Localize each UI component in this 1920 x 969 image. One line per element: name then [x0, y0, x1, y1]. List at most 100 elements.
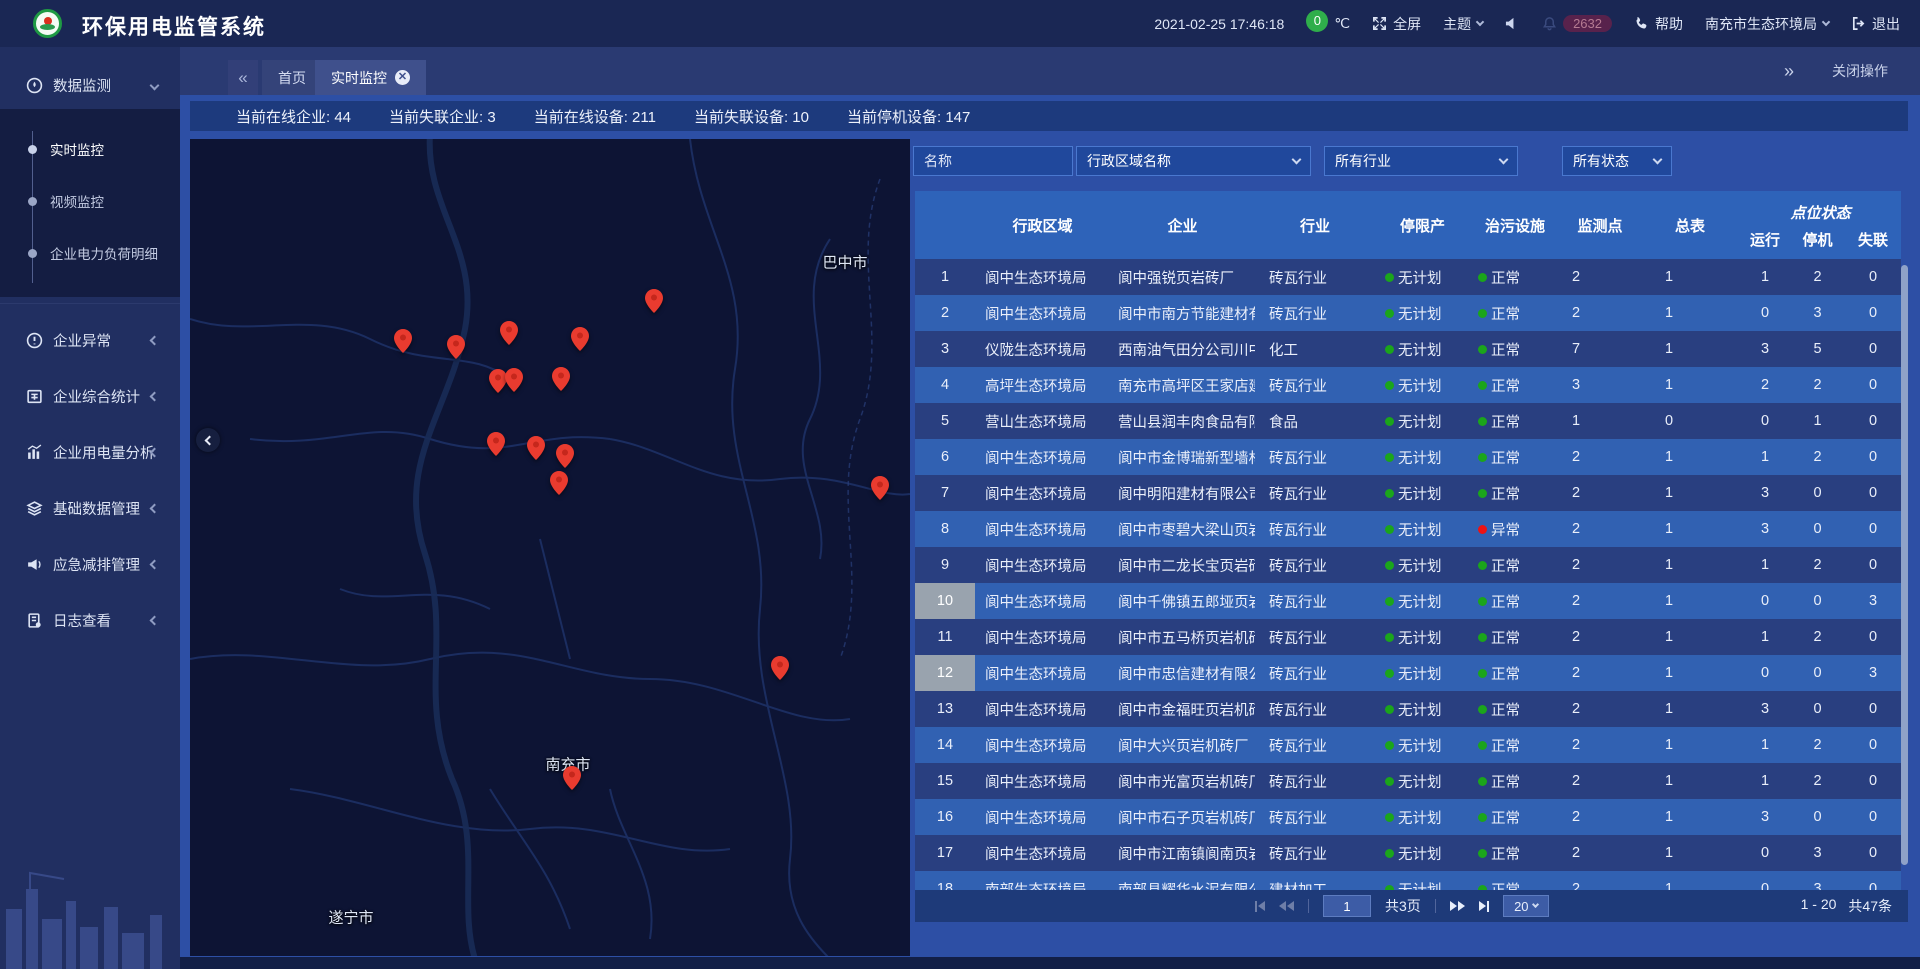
map-pin[interactable] [871, 476, 889, 500]
chevron-left-icon [205, 435, 215, 445]
sidebar-subitem-企业电力负荷明细[interactable]: 企业电力负荷明细 [0, 227, 180, 279]
last-page-button[interactable] [1479, 901, 1489, 912]
name-search-input[interactable] [913, 146, 1073, 176]
sidebar-item-企业综合统计[interactable]: 企业综合统计 [0, 368, 180, 424]
sidebar-item-企业用电量分析[interactable]: 企业用电量分析 [0, 424, 180, 480]
panel-collapse-button[interactable] [196, 428, 220, 452]
row-total-meter: 1 [1640, 583, 1740, 619]
table-row[interactable]: 6阆中生态环境局阆中市金博瑞新型墙材砖瓦行业无计划正常21120 [915, 439, 1901, 475]
row-treatment-label: 正常 [1491, 699, 1520, 720]
col-monitor-points: 监测点 [1560, 191, 1640, 259]
prev-page-button[interactable] [1279, 901, 1294, 911]
name-search-field[interactable] [924, 153, 1062, 169]
announcement-button[interactable] [1505, 16, 1520, 31]
sidebar-item-日志查看[interactable]: 日志查看 [0, 592, 180, 648]
table-row[interactable]: 13阆中生态环境局阆中市金福旺页岩机砖砖瓦行业无计划正常21300 [915, 691, 1901, 727]
row-running: 0 [1740, 583, 1790, 619]
map-pin[interactable] [447, 335, 465, 359]
tab-首页[interactable]: 首页 [262, 60, 322, 95]
page-number-input[interactable]: 1 [1323, 895, 1371, 917]
row-company: 阆中强锐页岩砖厂 [1110, 259, 1255, 295]
table-row[interactable]: 7阆中生态环境局阆中明阳建材有限公司砖瓦行业无计划正常21300 [915, 475, 1901, 511]
status-dot [1478, 561, 1487, 570]
sidebar-item-企业异常[interactable]: 企业异常 [0, 312, 180, 368]
sidebar-item-应急减排管理[interactable]: 应急减排管理 [0, 536, 180, 592]
fullscreen-button[interactable]: 全屏 [1372, 14, 1421, 34]
map-pin[interactable] [563, 766, 581, 790]
temperature-badge: 0 [1306, 10, 1328, 32]
table-row[interactable]: 14阆中生态环境局阆中大兴页岩机砖厂砖瓦行业无计划正常21120 [915, 727, 1901, 763]
row-company: 阆中大兴页岩机砖厂 [1110, 727, 1255, 763]
table-row[interactable]: 10阆中生态环境局阆中千佛镇五郎垭页岩砖瓦行业无计划正常21003 [915, 583, 1901, 619]
map-pin[interactable] [556, 444, 574, 468]
map-pin[interactable] [552, 367, 570, 391]
row-monitor-points: 2 [1560, 799, 1640, 835]
row-stopped: 2 [1790, 619, 1845, 655]
sidebar-item-基础数据管理[interactable]: 基础数据管理 [0, 480, 180, 536]
sidebar-subitem-实时监控[interactable]: 实时监控 [0, 123, 180, 175]
row-treatment-label: 正常 [1491, 483, 1520, 504]
row-index: 16 [915, 799, 975, 835]
map-pin[interactable] [487, 432, 505, 456]
sidebar-item-数据监测[interactable]: 数据监测 [0, 62, 180, 109]
map-panel[interactable]: 巴中市南充市遂宁市 [190, 139, 910, 956]
sidebar-subitem-视频监控[interactable]: 视频监控 [0, 175, 180, 227]
row-stop-limit: 无计划 [1375, 583, 1470, 619]
table-row[interactable]: 17阆中生态环境局阆中市江南镇阆南页岩砖瓦行业无计划正常21030 [915, 835, 1901, 871]
status-dot [1385, 345, 1394, 354]
log-icon [26, 612, 43, 629]
org-user-dropdown[interactable]: 南充市生态环境局 [1705, 14, 1829, 34]
table-row[interactable]: 8阆中生态环境局阆中市枣碧大梁山页岩砖瓦行业无计划异常21300 [915, 511, 1901, 547]
map-pin[interactable] [505, 368, 523, 392]
map-pin[interactable] [500, 321, 518, 345]
skyline-decoration [0, 849, 180, 969]
row-offline: 0 [1845, 511, 1901, 547]
row-company: 南充市高坪区王家店建 [1110, 367, 1255, 403]
status-select[interactable]: 所有状态 [1562, 146, 1672, 176]
logout-button[interactable]: 退出 [1851, 14, 1900, 34]
table-row[interactable]: 9阆中生态环境局阆中市二龙长宝页岩砖砖瓦行业无计划正常21120 [915, 547, 1901, 583]
row-stop-limit: 无计划 [1375, 799, 1470, 835]
map-pin[interactable] [527, 436, 545, 460]
table-scrollbar[interactable] [1901, 265, 1908, 865]
map-pin[interactable] [645, 289, 663, 313]
first-page-button[interactable] [1255, 901, 1265, 912]
row-treatment: 正常 [1470, 547, 1560, 583]
row-stopped: 0 [1790, 475, 1845, 511]
table-row[interactable]: 4高坪生态环境局南充市高坪区王家店建砖瓦行业无计划正常31220 [915, 367, 1901, 403]
table-row[interactable]: 16阆中生态环境局阆中市石子页岩机砖厂砖瓦行业无计划正常21300 [915, 799, 1901, 835]
table-row[interactable]: 12阆中生态环境局阆中市忠信建材有限公砖瓦行业无计划正常21003 [915, 655, 1901, 691]
tabs-scroll-left-button[interactable]: « [228, 60, 258, 95]
map-pin[interactable] [771, 656, 789, 680]
table-row[interactable]: 3仪陇生态环境局西南油气田分公司川中化工无计划正常71350 [915, 331, 1901, 367]
close-operations-button[interactable]: 关闭操作 [1832, 61, 1888, 81]
table-row[interactable]: 5营山生态环境局营山县润丰肉食品有限食品无计划正常10010 [915, 403, 1901, 439]
help-button[interactable]: 帮助 [1634, 14, 1683, 34]
map-pin[interactable] [394, 329, 412, 353]
table-row[interactable]: 18南部生态环境局南部县耀华水泥有限公建材加工无计划正常21030 [915, 871, 1901, 890]
tabs-scroll-right-button[interactable]: » [1784, 61, 1792, 82]
table-row[interactable]: 15阆中生态环境局阆中市光富页岩机砖厂砖瓦行业无计划正常21120 [915, 763, 1901, 799]
row-region: 阆中生态环境局 [975, 475, 1110, 511]
row-offline: 0 [1845, 475, 1901, 511]
map-pin[interactable] [571, 327, 589, 351]
row-monitor-points: 2 [1560, 511, 1640, 547]
theme-dropdown[interactable]: 主题 [1443, 14, 1483, 34]
industry-select[interactable]: 所有行业 [1324, 146, 1518, 176]
region-select[interactable]: 行政区域名称 [1076, 146, 1311, 176]
status-dot [1385, 597, 1394, 606]
row-offline: 0 [1845, 727, 1901, 763]
row-index: 4 [915, 367, 975, 403]
page-size-select[interactable]: 20 [1503, 895, 1549, 917]
notifications[interactable]: 2632 [1542, 15, 1612, 32]
row-industry: 砖瓦行业 [1255, 655, 1375, 691]
tab-实时监控[interactable]: 实时监控✕ [315, 60, 426, 95]
table-row[interactable]: 2阆中生态环境局阆中市南方节能建材有砖瓦行业无计划正常21030 [915, 295, 1901, 331]
table-row[interactable]: 11阆中生态环境局阆中市五马桥页岩机砖砖瓦行业无计划正常21120 [915, 619, 1901, 655]
row-stopped: 0 [1790, 799, 1845, 835]
table-row[interactable]: 1阆中生态环境局阆中强锐页岩砖厂砖瓦行业无计划正常21120 [915, 259, 1901, 295]
close-icon[interactable]: ✕ [395, 70, 410, 85]
next-page-button[interactable] [1450, 901, 1465, 911]
map-pin[interactable] [550, 471, 568, 495]
row-industry: 砖瓦行业 [1255, 583, 1375, 619]
